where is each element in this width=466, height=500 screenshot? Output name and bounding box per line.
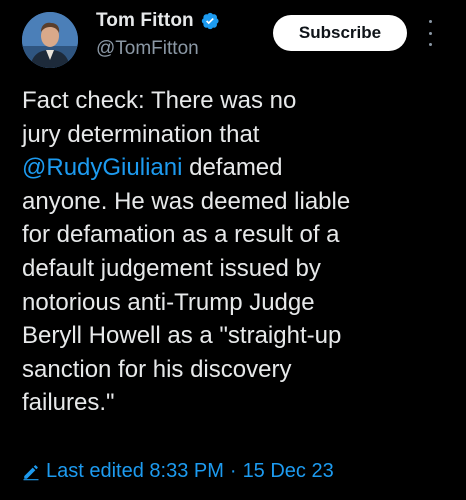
tweet-line: jury determination that bbox=[22, 120, 260, 148]
tweet-line: anyone. He was deemed liable bbox=[22, 187, 351, 215]
author-handle[interactable]: @TomFitton bbox=[96, 38, 199, 60]
author-display-name[interactable]: Tom Fitton bbox=[96, 10, 194, 32]
edit-history-link[interactable]: Last edited 8:33 PM · 15 Dec 23 bbox=[22, 460, 334, 483]
tweet-line: failures." bbox=[22, 389, 115, 417]
pencil-icon bbox=[22, 463, 40, 481]
tweet-line: @RudyGiuliani defamed bbox=[22, 151, 452, 185]
tweet-text: Fact check: There was no jury determinat… bbox=[22, 84, 452, 420]
separator-dot: · bbox=[229, 460, 237, 482]
tweet-line-text: defamed bbox=[182, 154, 283, 182]
more-options-icon[interactable] bbox=[426, 20, 434, 46]
tweet-line: Fact check: There was no bbox=[22, 87, 297, 114]
tweet-line: for defamation as a result of a bbox=[22, 221, 340, 249]
tweet-line: default judgement issued by bbox=[22, 254, 321, 282]
tweet-line: notorious anti-Trump Judge bbox=[22, 288, 315, 316]
user-avatar[interactable] bbox=[22, 12, 78, 68]
mention-link[interactable]: @RudyGiuliani bbox=[22, 154, 182, 181]
tweet-card: Tom Fitton @TomFitton Subscribe Fact che… bbox=[0, 0, 466, 500]
edit-date-label: 15 Dec 23 bbox=[242, 460, 334, 482]
verified-badge-icon bbox=[200, 11, 220, 31]
author-name-row: Tom Fitton bbox=[96, 10, 220, 32]
tweet-line: Beryll Howell as a "straight-up bbox=[22, 322, 342, 350]
tweet-line: sanction for his discovery bbox=[22, 355, 292, 383]
edit-time-label: Last edited 8:33 PM bbox=[46, 460, 224, 482]
subscribe-button[interactable]: Subscribe bbox=[273, 15, 407, 51]
